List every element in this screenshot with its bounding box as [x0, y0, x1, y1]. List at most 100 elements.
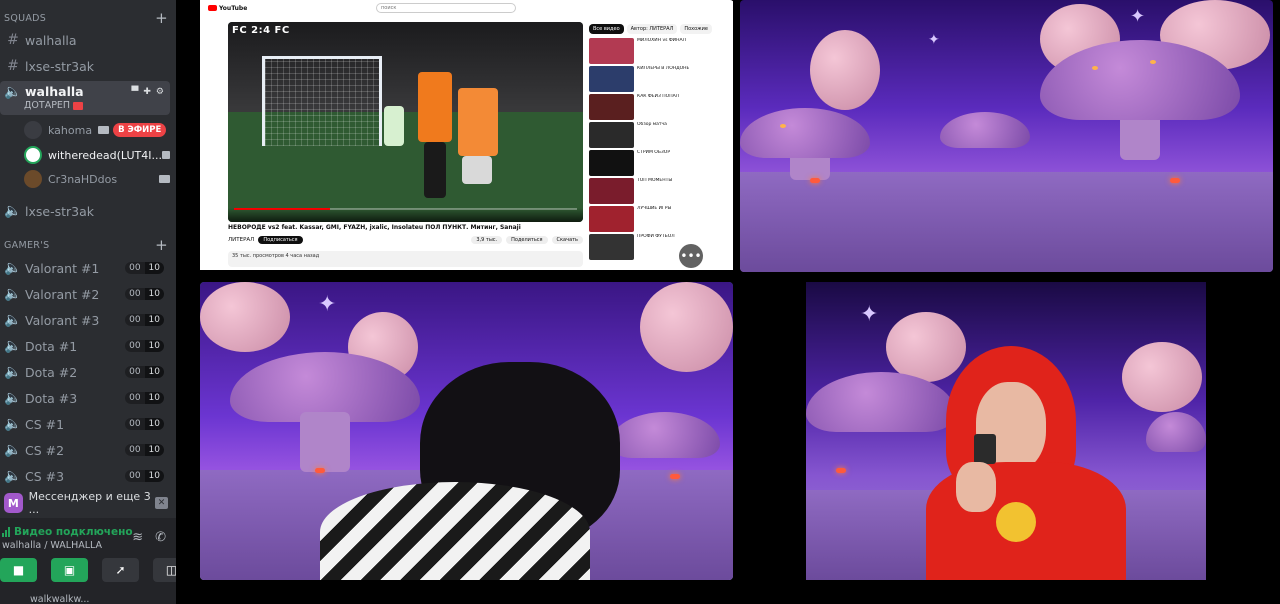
user-limit-badge: 00 10: [125, 392, 164, 404]
channel-name: lxse-str3ak: [25, 203, 94, 219]
video-controls[interactable]: [228, 208, 583, 222]
voice-channel[interactable]: 🔈 CS #2 00 10: [0, 438, 170, 462]
user-count: 00: [125, 314, 145, 326]
recommendation-item[interactable]: КИЛЛЕРЫ В ЛОНДОНЕ: [589, 66, 694, 92]
share-button[interactable]: Поделиться: [506, 236, 548, 244]
recommendation-item[interactable]: СТРИМ ОБЗОР: [589, 150, 694, 176]
user-panel-name[interactable]: walkwalkw...: [0, 594, 176, 604]
invite-icon[interactable]: ✚: [143, 87, 151, 97]
like-button[interactable]: 3,9 тыс.: [471, 236, 503, 244]
soundboard-button[interactable]: ◫: [153, 558, 176, 582]
video-player[interactable]: FC 2:4 FC: [228, 22, 583, 222]
recommendation-item[interactable]: ТОП МОМЕНТЫ: [589, 178, 694, 204]
thumbnail: [589, 38, 634, 64]
download-button[interactable]: Скачать: [551, 236, 583, 244]
voice-location[interactable]: walhalla / WALHALLA: [2, 540, 102, 551]
recommendation-title: ЛУЧШИЕ ИГРЫ: [637, 206, 672, 211]
channel-name: walhalla: [25, 84, 84, 99]
disconnect-icon[interactable]: ✆: [155, 530, 166, 545]
channel-name: Valorant #2: [25, 286, 100, 302]
dismiss-icon[interactable]: ✕: [155, 497, 168, 509]
recommendation-item[interactable]: ЛУЧШИЕ ИГРЫ: [589, 206, 694, 232]
add-channel-icon[interactable]: +: [155, 237, 168, 253]
thumbnail: [589, 122, 634, 148]
video-tile[interactable]: ✦ ✦: [740, 0, 1273, 272]
add-channel-icon[interactable]: +: [155, 10, 168, 26]
recommendation-chips: Все видео Автор: ЛИТЕРАЛ Похожие: [589, 24, 713, 34]
voice-channel[interactable]: 🔈 Dota #2 00 10: [0, 360, 170, 384]
more-options-button[interactable]: •••: [679, 244, 703, 268]
thumbnail: [589, 66, 634, 92]
video-actions: ЛИТЕРАЛ Подписаться 3,9 тыс. Поделиться …: [228, 236, 583, 244]
user-count: 00: [125, 418, 145, 430]
chat-icon[interactable]: ▀: [131, 87, 138, 97]
voice-member[interactable]: witheredead(LUT4I...: [24, 144, 170, 166]
voice-channel[interactable]: 🔈 CS #3 00 10: [0, 464, 170, 488]
avatar: [24, 146, 42, 164]
channel-walhalla[interactable]: # walhalla: [0, 28, 170, 52]
search-input[interactable]: поиск: [376, 3, 516, 13]
video-tile-speaking[interactable]: ✦: [200, 282, 733, 580]
user-count: 00: [125, 262, 145, 274]
voice-channel[interactable]: 🔈 Valorant #1 00 10: [0, 256, 170, 280]
camera-feed: ✦: [806, 282, 1206, 580]
speaker-icon: 🔈: [4, 390, 22, 406]
category-squads[interactable]: SQUADS +: [4, 10, 168, 26]
voice-channel[interactable]: 🔈 Dota #3 00 10: [0, 386, 170, 410]
video-title: НЕВОРОДЕ vs2 feat. Kassar, GMI, FYAZH, j…: [228, 224, 521, 231]
channel-lxse-str3ak[interactable]: # lxse-str3ak: [0, 54, 170, 78]
subscribe-button[interactable]: Подписаться: [258, 236, 303, 244]
recommendation-item[interactable]: Обзор матча: [589, 122, 694, 148]
chip[interactable]: Автор: ЛИТЕРАЛ: [626, 24, 678, 34]
video-description[interactable]: 35 тыс. просмотров 4 часа назад: [228, 251, 583, 267]
recommendation-title: СТРИМ ОБЗОР: [637, 150, 671, 155]
user-limit-badge: 00 10: [125, 340, 164, 352]
mushroom-decor: [640, 282, 733, 372]
chip[interactable]: Похожие: [680, 24, 713, 34]
video-tile[interactable]: ✦: [740, 282, 1273, 580]
speaker-icon: 🔈: [4, 442, 22, 458]
user-limit-badge: 00 10: [125, 470, 164, 482]
person-hand: [956, 462, 996, 512]
chip[interactable]: Все видео: [589, 24, 624, 34]
mushroom-spot: [780, 124, 786, 128]
thumbnail: [589, 234, 634, 260]
speaker-icon: 🔈: [4, 286, 22, 302]
activity-notice[interactable]: M Мессенджер и еще 3 ... ✕: [0, 488, 176, 518]
mushroom-stem: [300, 412, 350, 472]
star-icon: ✦: [860, 302, 879, 327]
youtube-logo-text: YouTube: [219, 4, 248, 12]
thumbnail: [589, 94, 634, 120]
voice-channel[interactable]: 🔈 Valorant #3 00 10: [0, 308, 170, 332]
voice-channel[interactable]: 🔈 Valorant #2 00 10: [0, 282, 170, 306]
voice-channel[interactable]: 🔈 CS #1 00 10: [0, 412, 170, 436]
gear-icon[interactable]: ⚙: [156, 87, 164, 97]
video-overlay-title: FC 2:4 FC: [232, 25, 290, 36]
category-gamers[interactable]: GAMER'S +: [4, 237, 168, 253]
player-legs: [424, 142, 446, 198]
voice-channel-lxse-str3ak[interactable]: 🔈 lxse-str3ak: [0, 199, 170, 223]
user-limit-badge: 00 10: [125, 444, 164, 456]
recommendation-title: КАК ФЕЙЗ ПОПАЛ: [637, 94, 680, 99]
screen-share-tile[interactable]: YouTube поиск FC 2:4 FC НЕВОРОДЕ vs2 fea…: [176, 0, 734, 272]
screen-share-button[interactable]: ▣: [51, 558, 88, 582]
recommendation-title: ПРОФИ ФУТБОЛ: [637, 234, 675, 239]
noise-suppression-icon[interactable]: ≋: [132, 530, 143, 545]
channel-name: Valorant #3: [25, 312, 100, 328]
voice-member[interactable]: kahoma В ЭФИРЕ: [24, 119, 170, 141]
recommendation-item[interactable]: МИЛОХИН vs ФИНАЛ: [589, 38, 694, 64]
channel-name[interactable]: ЛИТЕРАЛ: [228, 237, 254, 243]
speaker-icon: 🔈: [4, 468, 22, 484]
recommendation-item[interactable]: КАК ФЕЙЗ ПОПАЛ: [589, 94, 694, 120]
user-limit: 10: [144, 314, 164, 326]
glow-light: [315, 468, 325, 473]
voice-member[interactable]: Cr3naHDdos: [24, 168, 170, 190]
activities-button[interactable]: ➚: [102, 558, 139, 582]
channel-sidebar: SQUADS + # walhalla # lxse-str3ak 🔈 walh…: [0, 0, 176, 604]
voice-channel[interactable]: 🔈 Dota #1 00 10: [0, 334, 170, 358]
speaker-icon: 🔈: [4, 203, 22, 219]
voice-status: Видео подключено: [2, 526, 133, 538]
avatar: [24, 121, 42, 139]
recommendation-title: КИЛЛЕРЫ В ЛОНДОНЕ: [637, 66, 690, 71]
camera-button[interactable]: ■: [0, 558, 37, 582]
